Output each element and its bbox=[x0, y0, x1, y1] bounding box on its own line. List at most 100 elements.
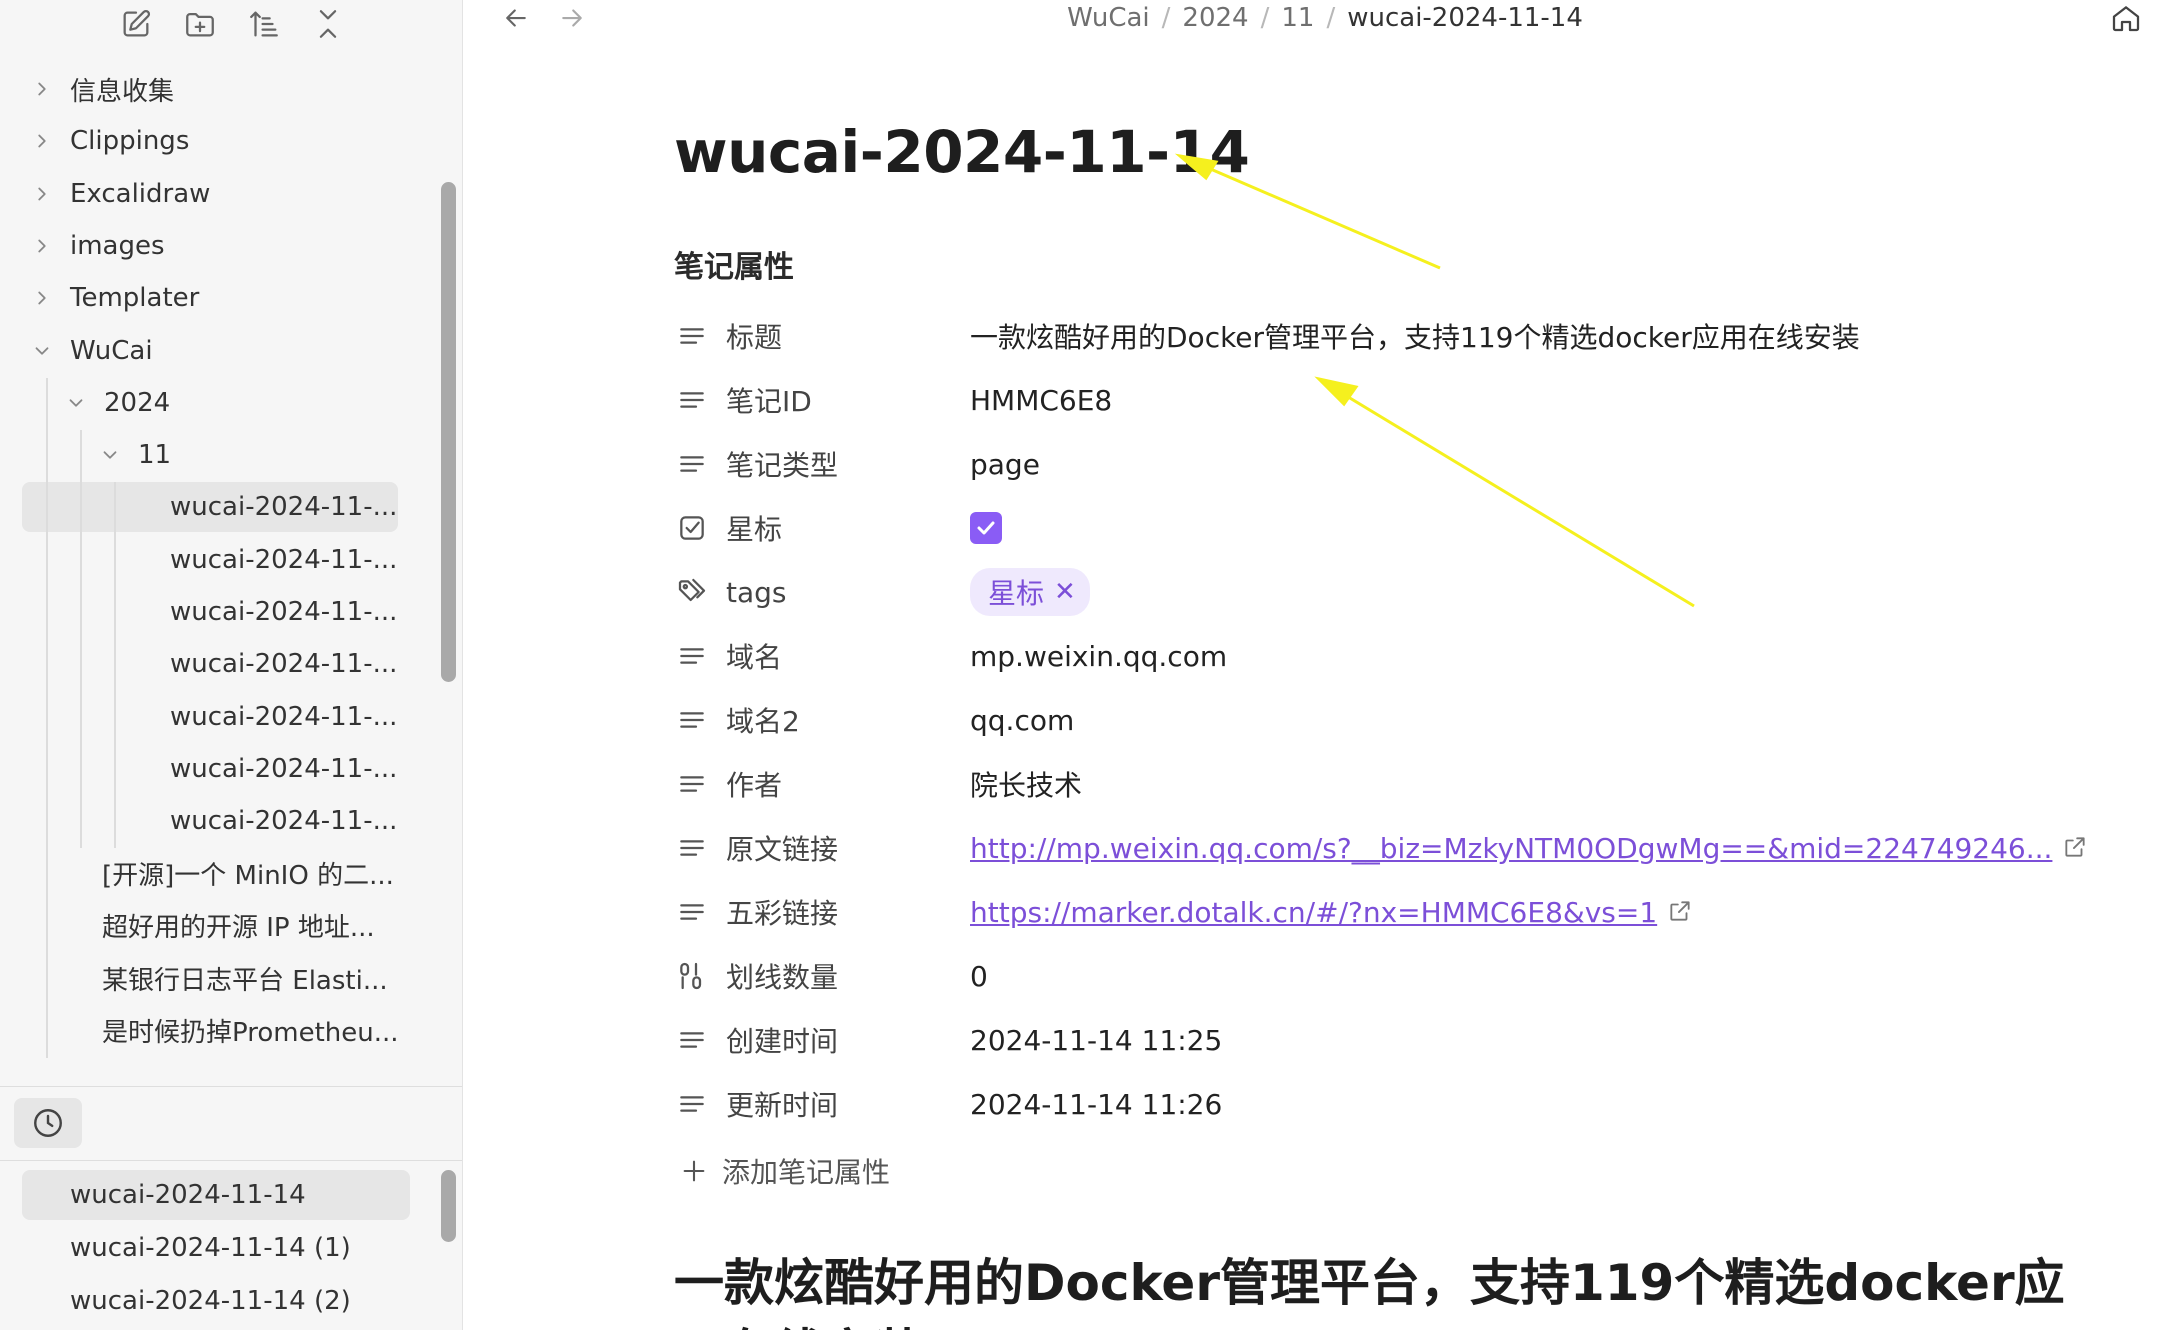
tag-pill[interactable]: 星标 ✕ bbox=[970, 568, 1090, 616]
tags-icon[interactable] bbox=[674, 574, 710, 610]
sort-icon bbox=[250, 11, 278, 37]
star-checkbox[interactable] bbox=[970, 512, 1002, 544]
number-icon[interactable] bbox=[674, 958, 710, 994]
property-value[interactable]: HMMC6E8 bbox=[970, 384, 1112, 417]
recent-file-item[interactable]: wucai-2024-11-14 bbox=[22, 1170, 410, 1220]
recent-file-item[interactable]: wucai-2024-11-14 (2) bbox=[22, 1276, 410, 1326]
collapse-all-button[interactable] bbox=[308, 4, 348, 44]
folder-item[interactable]: 11 bbox=[98, 430, 171, 480]
chevron-right-icon[interactable] bbox=[30, 77, 54, 101]
text-lines-icon[interactable] bbox=[674, 446, 710, 482]
folder-item[interactable]: 2024 bbox=[64, 378, 170, 428]
property-key[interactable]: tags bbox=[726, 576, 970, 609]
tag-remove-icon[interactable]: ✕ bbox=[1054, 577, 1076, 607]
property-value[interactable]: 一款炫酷好用的Docker管理平台，支持119个精选docker应用在线安装 bbox=[970, 316, 1860, 356]
sort-button[interactable] bbox=[244, 4, 284, 44]
file-explorer-sidebar: 信息收集 Clippings Excalidraw images Templater Wu… bbox=[0, 0, 463, 1330]
clock-icon bbox=[34, 1109, 62, 1137]
property-value[interactable]: http://mp.weixin.qq.com/s?__biz=MzkyNTM0… bbox=[970, 832, 2090, 865]
home-button[interactable] bbox=[2106, 0, 2146, 36]
file-item[interactable]: wucai-2024-11-... bbox=[170, 796, 397, 846]
property-key[interactable]: 更新时间 bbox=[726, 1084, 970, 1124]
property-key[interactable]: 笔记ID bbox=[726, 380, 970, 420]
property-value[interactable]: 0 bbox=[970, 960, 988, 993]
breadcrumb-item[interactable]: 2024 bbox=[1182, 3, 1248, 33]
property-value[interactable]: 2024-11-14 11:25 bbox=[970, 1024, 1222, 1057]
chevron-down-icon[interactable] bbox=[98, 443, 122, 467]
tree-item-label: Excalidraw bbox=[70, 178, 211, 209]
property-key[interactable]: 原文链接 bbox=[726, 828, 970, 868]
new-note-button[interactable] bbox=[116, 4, 156, 44]
external-link-icon[interactable] bbox=[2062, 834, 2090, 862]
breadcrumb-item[interactable]: 11 bbox=[1281, 3, 1314, 33]
chevron-right-icon[interactable] bbox=[30, 182, 54, 206]
property-value[interactable]: 院长技术 bbox=[970, 764, 1082, 804]
property-key[interactable]: 作者 bbox=[726, 764, 970, 804]
property-key[interactable]: 标题 bbox=[726, 316, 970, 356]
file-item[interactable]: wucai-2024-11-... bbox=[170, 744, 397, 794]
chevron-down-icon[interactable] bbox=[64, 391, 88, 415]
property-value[interactable]: 星标 ✕ bbox=[970, 568, 1090, 616]
folder-item[interactable]: Excalidraw bbox=[30, 169, 210, 219]
property-value[interactable]: mp.weixin.qq.com bbox=[970, 640, 1227, 673]
property-row: 域名2 qq.com bbox=[674, 695, 2114, 745]
property-value[interactable]: https://marker.dotalk.cn/#/?nx=HMMC6E8&v… bbox=[970, 896, 1695, 929]
text-lines-icon[interactable] bbox=[674, 1086, 710, 1122]
note-title[interactable]: wucai-2024-11-14 bbox=[674, 118, 1250, 186]
recent-file-item[interactable]: wucai-2024-11-14 (1) bbox=[22, 1223, 410, 1273]
folder-item[interactable]: images bbox=[30, 221, 165, 271]
tree-item-label: wucai-2024-11-... bbox=[170, 806, 398, 837]
external-link-icon[interactable] bbox=[1667, 898, 1695, 926]
text-lines-icon[interactable] bbox=[674, 894, 710, 930]
folder-item[interactable]: WuCai bbox=[30, 326, 153, 376]
chevron-down-icon[interactable] bbox=[30, 339, 54, 363]
property-value[interactable] bbox=[970, 512, 1002, 544]
property-key[interactable]: 创建时间 bbox=[726, 1020, 970, 1060]
property-key[interactable]: 笔记类型 bbox=[726, 444, 970, 484]
breadcrumb-item[interactable]: WuCai bbox=[1067, 3, 1150, 33]
file-item[interactable]: wucai-2024-11-... bbox=[170, 639, 397, 689]
breadcrumb-current[interactable]: wucai-2024-11-14 bbox=[1347, 3, 1583, 33]
property-value[interactable]: qq.com bbox=[970, 704, 1074, 737]
chevron-right-icon[interactable] bbox=[30, 234, 54, 258]
text-lines-icon[interactable] bbox=[674, 382, 710, 418]
file-item[interactable]: 是时候扔掉Prometheu... bbox=[102, 1005, 399, 1055]
folder-item[interactable]: 信息收集 bbox=[30, 64, 174, 114]
file-item[interactable]: wucai-2024-11-... bbox=[170, 692, 397, 742]
property-value[interactable]: page bbox=[970, 448, 1040, 481]
file-item[interactable]: wucai-2024-11-... bbox=[22, 482, 398, 533]
property-key[interactable]: 域名 bbox=[726, 636, 970, 676]
property-key[interactable]: 域名2 bbox=[726, 700, 970, 740]
folder-item[interactable]: Templater bbox=[30, 273, 199, 323]
property-row: 五彩链接 https://marker.dotalk.cn/#/?nx=HMMC6… bbox=[674, 887, 2114, 937]
property-key[interactable]: 划线数量 bbox=[726, 956, 970, 996]
file-tree-scrollbar[interactable] bbox=[441, 182, 456, 682]
document-heading[interactable]: 一款炫酷好用的Docker管理平台，支持119个精选docker应用在线安装 bbox=[674, 1248, 2094, 1330]
collapse-all-icon bbox=[319, 10, 337, 38]
properties-heading[interactable]: 笔记属性 bbox=[674, 242, 794, 286]
text-lines-icon[interactable] bbox=[674, 318, 710, 354]
text-lines-icon[interactable] bbox=[674, 638, 710, 674]
text-lines-icon[interactable] bbox=[674, 766, 710, 802]
recent-list-scrollbar[interactable] bbox=[441, 1170, 456, 1242]
chevron-right-icon[interactable] bbox=[30, 286, 54, 310]
chevron-right-icon[interactable] bbox=[30, 129, 54, 153]
file-item[interactable]: 某银行日志平台 Elasti... bbox=[102, 953, 388, 1003]
file-item[interactable]: 超好用的开源 IP 地址... bbox=[102, 901, 375, 951]
property-value[interactable]: 2024-11-14 11:26 bbox=[970, 1088, 1222, 1121]
add-property-button[interactable]: 添加笔记属性 bbox=[680, 1151, 890, 1191]
recent-files-tab[interactable] bbox=[14, 1098, 82, 1148]
checkbox-icon[interactable] bbox=[674, 510, 710, 546]
file-item[interactable]: wucai-2024-11-... bbox=[170, 535, 397, 585]
file-item[interactable]: [开源]一个 MinIO 的二... bbox=[102, 849, 394, 899]
text-lines-icon[interactable] bbox=[674, 1022, 710, 1058]
new-folder-button[interactable] bbox=[180, 4, 220, 44]
text-lines-icon[interactable] bbox=[674, 702, 710, 738]
text-lines-icon[interactable] bbox=[674, 830, 710, 866]
file-item[interactable]: wucai-2024-11-... bbox=[170, 587, 397, 637]
property-link[interactable]: https://marker.dotalk.cn/#/?nx=HMMC6E8&v… bbox=[970, 896, 1657, 929]
property-key[interactable]: 五彩链接 bbox=[726, 892, 970, 932]
property-key[interactable]: 星标 bbox=[726, 508, 970, 548]
folder-item[interactable]: Clippings bbox=[30, 116, 189, 166]
property-link[interactable]: http://mp.weixin.qq.com/s?__biz=MzkyNTM0… bbox=[970, 832, 2052, 865]
